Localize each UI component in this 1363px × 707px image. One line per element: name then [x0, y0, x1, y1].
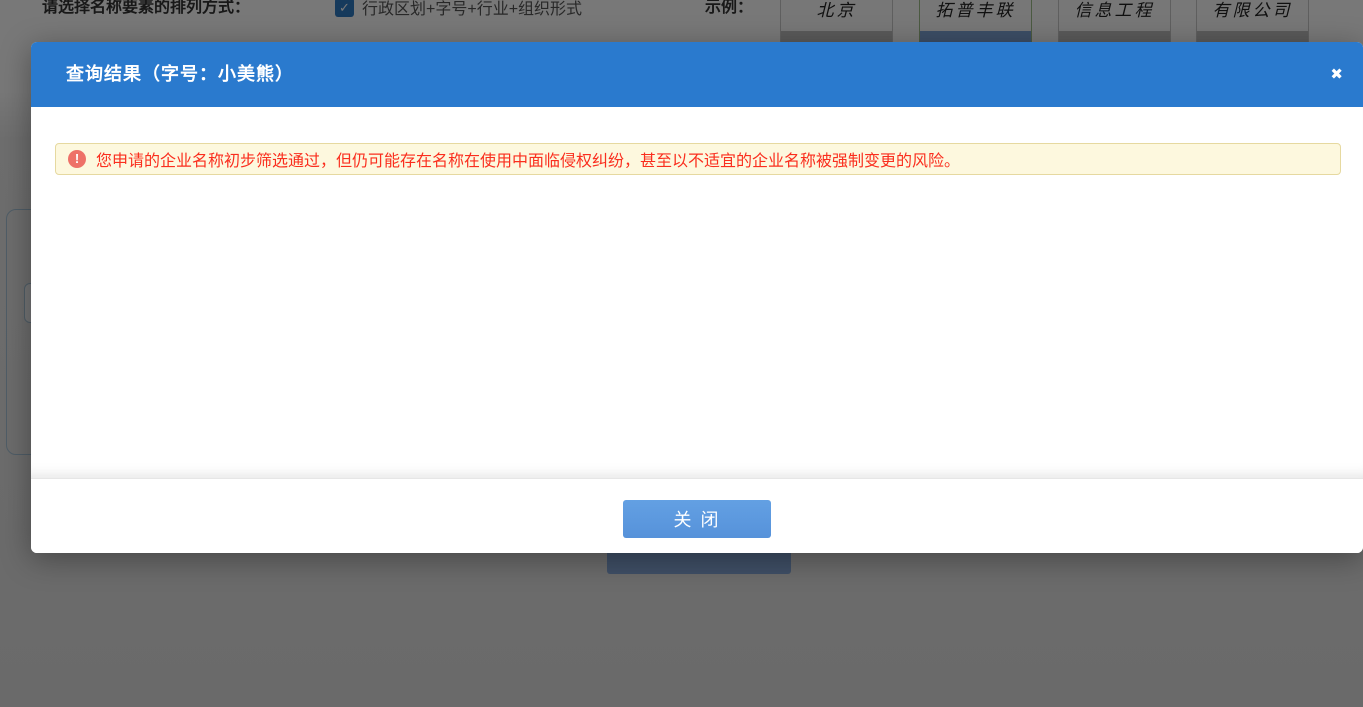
- query-result-dialog: 查询结果（字号：小美熊） ✖ ! 您申请的企业名称初步筛选通过，但仍可能存在名称…: [31, 42, 1363, 553]
- dialog-footer: 关 闭: [31, 478, 1363, 553]
- exclamation-icon: !: [68, 150, 86, 168]
- close-icon[interactable]: ✖: [1330, 42, 1343, 107]
- dialog-body: ! 您申请的企业名称初步筛选通过，但仍可能存在名称在使用中面临侵权纠纷，甚至以不…: [31, 107, 1363, 478]
- dialog-header: 查询结果（字号：小美熊） ✖: [31, 42, 1363, 107]
- close-button[interactable]: 关 闭: [623, 500, 771, 538]
- dialog-title: 查询结果（字号：小美熊）: [31, 42, 1363, 107]
- warning-alert: ! 您申请的企业名称初步筛选通过，但仍可能存在名称在使用中面临侵权纠纷，甚至以不…: [55, 143, 1341, 175]
- warning-message: 您申请的企业名称初步筛选通过，但仍可能存在名称在使用中面临侵权纠纷，甚至以不适宜…: [96, 147, 960, 171]
